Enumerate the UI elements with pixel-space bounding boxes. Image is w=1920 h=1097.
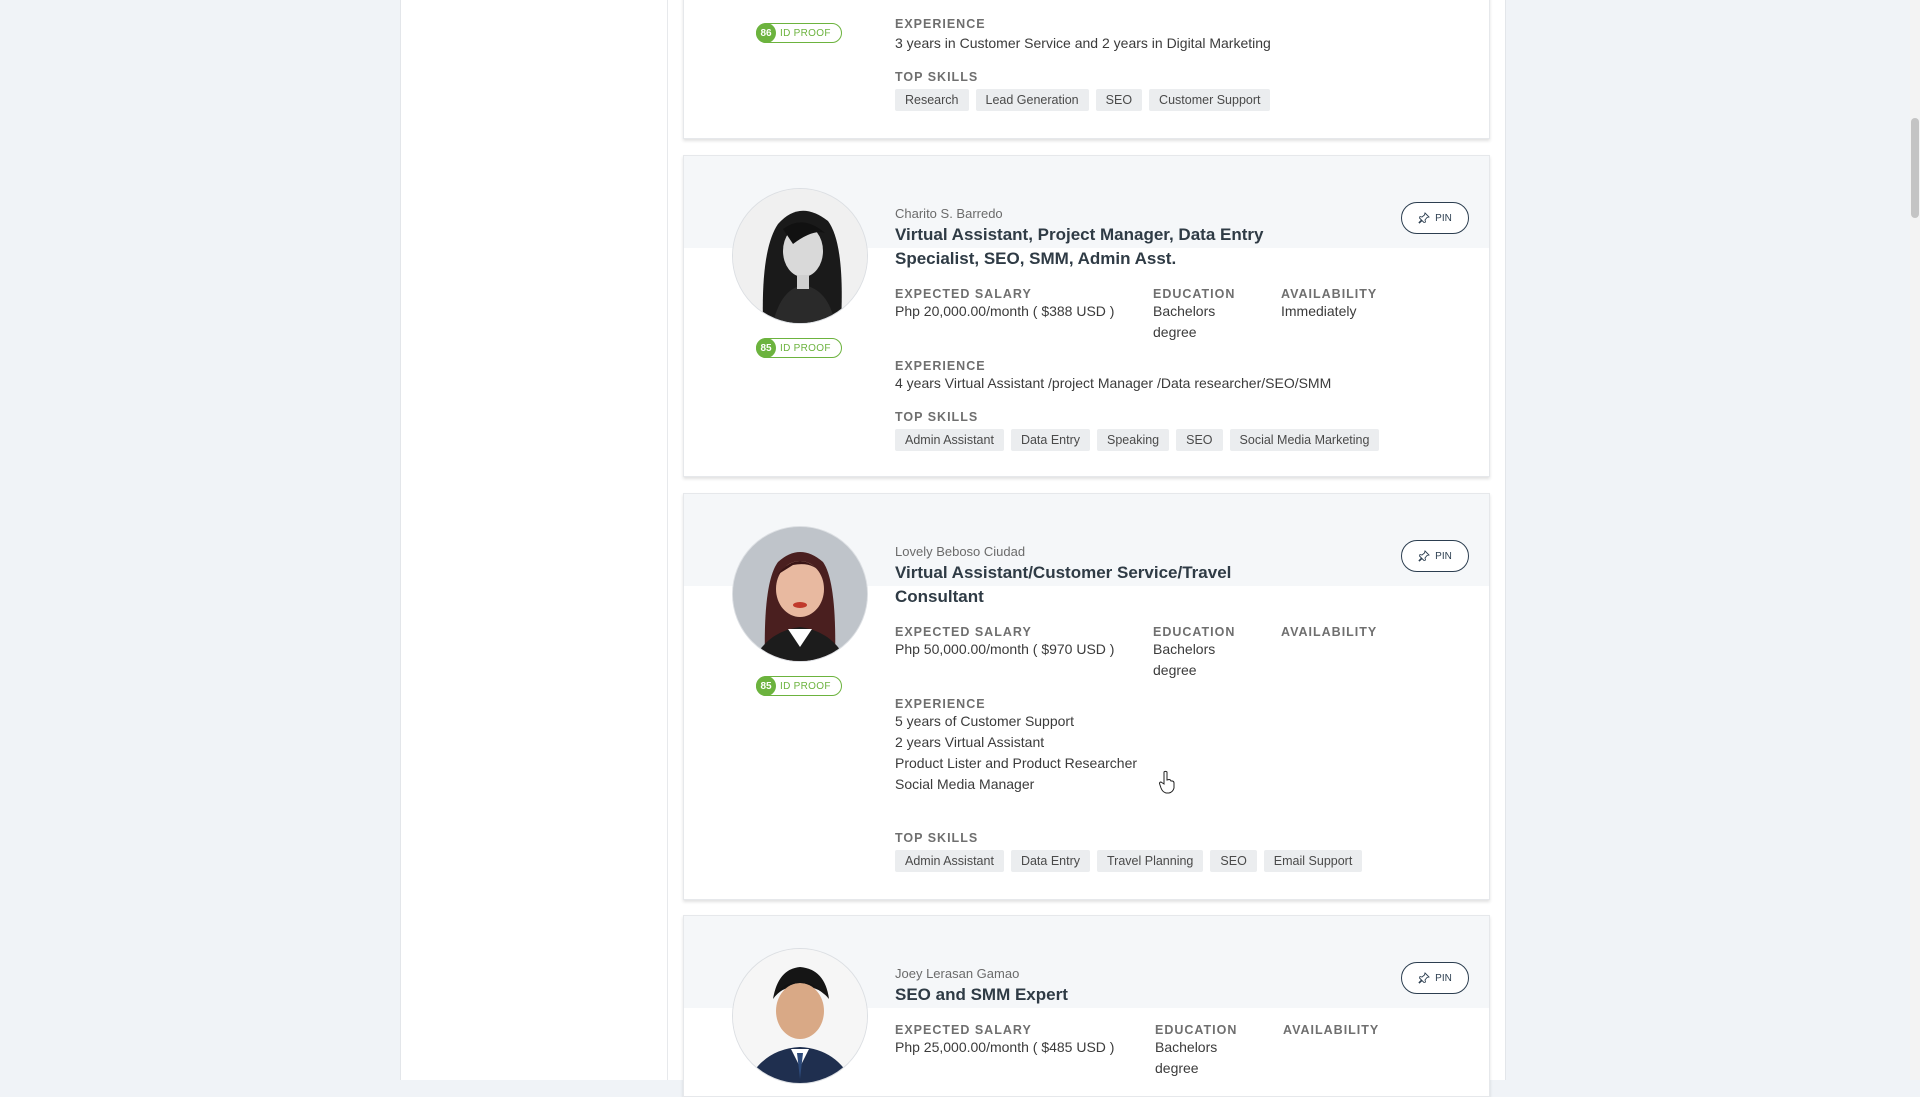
score-badge: 85 bbox=[756, 338, 776, 358]
skill-chip: Admin Assistant bbox=[895, 429, 1004, 451]
scrollbar-thumb[interactable] bbox=[1911, 118, 1919, 218]
top-skills-label: TOP SKILLS bbox=[895, 831, 979, 845]
candidate-title[interactable]: SEO and SMM Expert bbox=[895, 983, 1265, 1007]
skill-chip: SEO bbox=[1095, 89, 1143, 111]
top-skills-label: TOP SKILLS bbox=[895, 410, 979, 424]
experience-section: EXPERIENCE 4 years Virtual Assistant /pr… bbox=[895, 359, 1455, 394]
person-photo-icon bbox=[733, 189, 867, 323]
skill-chip: SEO bbox=[1210, 850, 1257, 872]
person-photo-icon bbox=[733, 527, 867, 661]
skill-list: Admin Assistant Data Entry Speaking SEO … bbox=[895, 429, 1455, 451]
education-section: EDUCATION Bachelors degree bbox=[1153, 625, 1281, 681]
education-section: EDUCATION Bachelors degree bbox=[1155, 1023, 1283, 1079]
availability-label: AVAILABILITY bbox=[1281, 625, 1378, 639]
skill-chip: SEO bbox=[1176, 429, 1223, 451]
hand-cursor-icon bbox=[1158, 770, 1175, 794]
id-proof-badge: 85 ID PROOF bbox=[756, 676, 842, 696]
candidate-name[interactable]: Charito S. Barredo bbox=[895, 206, 1455, 221]
sidebar-divider bbox=[667, 0, 668, 1080]
expected-salary-label: EXPECTED SALARY bbox=[895, 1023, 1032, 1037]
page-scrollbar[interactable] bbox=[1910, 0, 1920, 1080]
skill-chip: Lead Generation bbox=[975, 89, 1089, 111]
id-proof-badge: 85 ID PROOF bbox=[756, 338, 842, 358]
id-proof-label: ID PROOF bbox=[780, 342, 831, 354]
education-value: Bachelors degree bbox=[1155, 1039, 1218, 1076]
availability-label: AVAILABILITY bbox=[1281, 287, 1378, 301]
education-value: Bachelors degree bbox=[1153, 641, 1216, 678]
experience-label: EXPERIENCE bbox=[895, 17, 986, 31]
skill-chip: Speaking bbox=[1097, 429, 1170, 451]
score-badge: 86 bbox=[756, 23, 776, 43]
top-skills-section: TOP SKILLS Admin Assistant Data Entry Tr… bbox=[895, 831, 1455, 872]
id-proof-label: ID PROOF bbox=[780, 27, 831, 39]
experience-line: 5 years of Customer Support bbox=[895, 713, 1074, 729]
candidate-avatar[interactable] bbox=[732, 526, 868, 662]
candidate-card-0[interactable]: 86 ID PROOF EXPERIENCE 3 years in Custom… bbox=[683, 0, 1490, 139]
skill-chip: Travel Planning bbox=[1097, 850, 1204, 872]
availability-section: AVAILABILITY bbox=[1283, 1023, 1433, 1079]
top-skills-section: TOP SKILLS Research Lead Generation SEO … bbox=[895, 70, 1455, 111]
skill-list: Admin Assistant Data Entry Travel Planni… bbox=[895, 850, 1455, 872]
skill-chip: Admin Assistant bbox=[895, 850, 1004, 872]
salary-section: EXPECTED SALARY Php 25,000.00/month ( $4… bbox=[895, 1023, 1155, 1079]
availability-label: AVAILABILITY bbox=[1283, 1023, 1380, 1037]
id-proof-label: ID PROOF bbox=[780, 680, 831, 692]
salary-value: Php 50,000.00/month ( $970 USD ) bbox=[895, 641, 1115, 657]
skill-list: Research Lead Generation SEO Customer Su… bbox=[895, 89, 1455, 111]
top-skills-section: TOP SKILLS Admin Assistant Data Entry Sp… bbox=[895, 410, 1455, 451]
candidate-title[interactable]: Virtual Assistant/Customer Service/Trave… bbox=[895, 561, 1235, 609]
expected-salary-label: EXPECTED SALARY bbox=[895, 287, 1032, 301]
availability-value: Immediately bbox=[1281, 303, 1357, 319]
education-label: EDUCATION bbox=[1153, 625, 1236, 639]
experience-value: 3 years in Customer Service and 2 years … bbox=[895, 35, 1271, 51]
experience-label: EXPERIENCE bbox=[895, 697, 986, 711]
skill-chip: Data Entry bbox=[1010, 850, 1090, 872]
candidate-avatar[interactable] bbox=[732, 188, 868, 324]
skill-chip: Email Support bbox=[1263, 850, 1363, 872]
experience-value: 4 years Virtual Assistant /project Manag… bbox=[895, 375, 1332, 391]
score-badge: 85 bbox=[756, 676, 776, 696]
candidate-card-1[interactable]: 85 ID PROOF PIN Charito S. Barredo Virtu… bbox=[683, 155, 1490, 477]
experience-label: EXPERIENCE bbox=[895, 359, 986, 373]
expected-salary-label: EXPECTED SALARY bbox=[895, 625, 1032, 639]
candidate-card-3[interactable]: PIN Joey Lerasan Gamao SEO and SMM Exper… bbox=[683, 915, 1490, 1097]
education-label: EDUCATION bbox=[1153, 287, 1236, 301]
person-photo-icon bbox=[733, 949, 867, 1083]
top-skills-label: TOP SKILLS bbox=[895, 70, 979, 84]
skill-chip: Customer Support bbox=[1149, 89, 1271, 111]
salary-value: Php 25,000.00/month ( $485 USD ) bbox=[895, 1039, 1115, 1055]
candidate-name[interactable]: Joey Lerasan Gamao bbox=[895, 966, 1455, 981]
skill-chip: Research bbox=[895, 89, 969, 111]
skill-chip: Social Media Marketing bbox=[1229, 429, 1380, 451]
candidate-title[interactable]: Virtual Assistant, Project Manager, Data… bbox=[895, 223, 1265, 271]
candidate-name[interactable]: Lovely Beboso Ciudad bbox=[895, 544, 1455, 559]
availability-section: AVAILABILITY bbox=[1281, 625, 1431, 681]
availability-section: AVAILABILITY Immediately bbox=[1281, 287, 1431, 343]
salary-section: EXPECTED SALARY Php 20,000.00/month ( $3… bbox=[895, 287, 1153, 343]
skill-chip: Data Entry bbox=[1010, 429, 1090, 451]
experience-line: 2 years Virtual Assistant bbox=[895, 734, 1045, 750]
experience-section: EXPERIENCE 3 years in Customer Service a… bbox=[895, 17, 1455, 54]
education-label: EDUCATION bbox=[1155, 1023, 1238, 1037]
candidate-avatar[interactable] bbox=[732, 948, 868, 1084]
education-section: EDUCATION Bachelors degree bbox=[1153, 287, 1281, 343]
id-proof-badge: 86 ID PROOF bbox=[756, 23, 842, 43]
salary-value: Php 20,000.00/month ( $388 USD ) bbox=[895, 303, 1115, 319]
candidate-card-2[interactable]: 85 ID PROOF PIN Lovely Beboso Ciudad Vir… bbox=[683, 493, 1490, 900]
salary-section: EXPECTED SALARY Php 50,000.00/month ( $9… bbox=[895, 625, 1153, 681]
education-value: Bachelors degree bbox=[1153, 303, 1216, 340]
